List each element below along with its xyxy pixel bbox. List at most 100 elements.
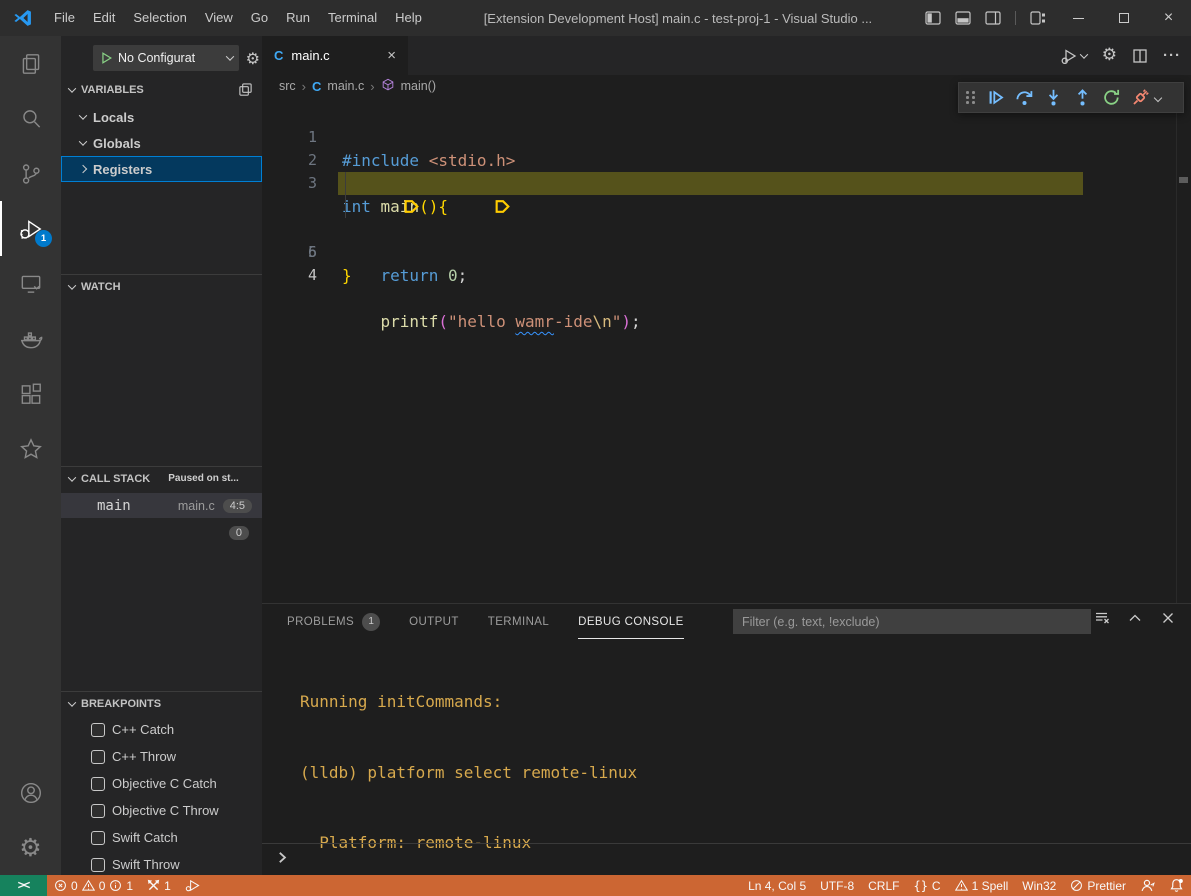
files-icon (18, 51, 44, 77)
menu-run[interactable]: Run (277, 0, 319, 36)
breakpoint-row[interactable]: C++ Catch (61, 716, 262, 743)
maximize-panel-icon[interactable] (1127, 610, 1143, 626)
accounts-button[interactable] (0, 765, 61, 820)
menu-help[interactable]: Help (386, 0, 431, 36)
activity-wamr-ide[interactable] (0, 421, 61, 476)
activity-docker[interactable] (0, 311, 61, 366)
symbol-cube-icon (381, 78, 395, 95)
vscode-logo (13, 8, 33, 28)
code-line[interactable]: 5 return 0; (262, 195, 1191, 218)
remote-indicator[interactable]: >< (0, 875, 47, 896)
close-panel-icon[interactable] (1160, 610, 1176, 626)
chevron-down-icon (79, 137, 87, 145)
split-editor-icon[interactable] (1132, 48, 1148, 64)
breadcrumb-file[interactable]: main.c (327, 79, 364, 93)
tab-problems[interactable]: PROBLEMS 1 (287, 604, 380, 639)
debug-config-label: No Configurat (118, 51, 222, 65)
checkbox[interactable] (91, 831, 105, 845)
menu-go[interactable]: Go (242, 0, 277, 36)
activity-extensions[interactable] (0, 366, 61, 421)
checkbox[interactable] (91, 858, 105, 872)
breakpoint-label: Objective C Throw (112, 803, 219, 818)
debug-current-line-arrow-icon[interactable] (268, 175, 285, 192)
code-line[interactable]: 3 int main(){ (262, 149, 1191, 172)
code-editor[interactable]: 1 #include <stdio.h> 2 3 int main(){ (262, 97, 1191, 603)
activity-run-and-debug[interactable]: 1 (0, 201, 61, 256)
breakpoint-row[interactable]: Objective C Catch (61, 770, 262, 797)
tab-label: main.c (291, 48, 329, 63)
breakpoint-row[interactable]: Swift Throw (61, 851, 262, 878)
close-tab-icon[interactable]: × (387, 47, 396, 64)
call-stack-thread[interactable]: 0 (61, 520, 262, 545)
minimize-button[interactable] (1056, 0, 1101, 36)
maximize-button[interactable] (1101, 0, 1146, 36)
tab-label: OUTPUT (409, 616, 459, 628)
breakpoint-label: Swift Catch (112, 830, 178, 845)
clear-console-icon[interactable] (1094, 610, 1110, 626)
chevron-down-icon (68, 84, 76, 92)
step-over-button[interactable] (1013, 87, 1035, 109)
breakpoint-row[interactable]: C++ Throw (61, 743, 262, 770)
checkbox[interactable] (91, 750, 105, 764)
activity-source-control[interactable] (0, 146, 61, 201)
menu-terminal[interactable]: Terminal (319, 0, 386, 36)
filter-input[interactable] (733, 609, 1091, 634)
menu-edit[interactable]: Edit (84, 0, 124, 36)
activity-remote-explorer[interactable] (0, 256, 61, 311)
breakpoint-row[interactable]: Swift Catch (61, 824, 262, 851)
activity-explorer[interactable] (0, 36, 61, 91)
call-stack-section-header[interactable]: CALL STACK Paused on st... (61, 466, 262, 490)
debug-status[interactable] (178, 875, 207, 896)
tab-main-c[interactable]: C main.c × (262, 36, 408, 75)
restart-icon (1102, 88, 1121, 107)
copy-value-icon[interactable] (238, 82, 253, 100)
checkbox[interactable] (91, 777, 105, 791)
more-actions-icon[interactable]: ··· (1163, 47, 1181, 64)
problems-status[interactable]: 0 0 1 (47, 875, 140, 896)
toggle-sidebar-icon[interactable] (925, 11, 941, 25)
checkbox[interactable] (91, 723, 105, 737)
step-out-button[interactable] (1071, 87, 1093, 109)
toggle-panel-icon[interactable] (955, 11, 971, 25)
variables-section-header[interactable]: VARIABLES (61, 78, 262, 102)
debug-config-dropdown[interactable]: No Configurat (93, 45, 239, 71)
close-button[interactable]: × (1146, 0, 1191, 36)
menu-view[interactable]: View (196, 0, 242, 36)
variables-scope-locals[interactable]: Locals (61, 104, 262, 130)
variables-scope-registers[interactable]: Registers (61, 156, 262, 182)
breadcrumb-folder[interactable]: src (279, 79, 296, 93)
call-stack-frame[interactable]: main main.c 4:5 (61, 493, 262, 518)
chevron-down-icon[interactable] (1154, 93, 1162, 101)
menu-selection[interactable]: Selection (124, 0, 195, 36)
toggle-secondary-sidebar-icon[interactable] (985, 11, 1001, 25)
menu-file[interactable]: File (45, 0, 84, 36)
breadcrumb-symbol[interactable]: main() (401, 79, 436, 93)
prompt-chevron-icon (277, 851, 290, 864)
debug-settings-gear-icon[interactable]: ⚙ (246, 49, 260, 69)
breakpoint-row[interactable]: Objective C Throw (61, 797, 262, 824)
debug-repl-input[interactable] (262, 843, 1191, 870)
activity-search[interactable] (0, 91, 61, 146)
code-line[interactable]: 2 (262, 126, 1191, 149)
code-line[interactable]: 6 } (262, 218, 1191, 241)
tab-debug-console[interactable]: DEBUG CONSOLE (578, 604, 684, 639)
watch-title: WATCH (81, 281, 121, 293)
step-into-button[interactable] (1042, 87, 1064, 109)
restart-button[interactable] (1100, 87, 1122, 109)
watch-section-header[interactable]: WATCH (61, 274, 262, 298)
continue-button[interactable] (984, 87, 1006, 109)
run-or-debug-button[interactable] (1060, 47, 1087, 65)
breakpoints-section-header[interactable]: BREAKPOINTS (61, 691, 262, 715)
tab-terminal[interactable]: TERMINAL (488, 604, 549, 639)
settings-button[interactable]: ⚙ (0, 820, 61, 875)
checkbox[interactable] (91, 804, 105, 818)
disconnect-button[interactable] (1129, 87, 1151, 109)
settings-gear-icon[interactable]: ⚙ (1102, 47, 1117, 64)
drag-handle-icon[interactable] (966, 91, 975, 104)
tab-output[interactable]: OUTPUT (409, 604, 459, 639)
frame-position-badge: 4:5 (223, 499, 252, 513)
customize-layout-icon[interactable] (1030, 11, 1046, 25)
variables-scope-globals[interactable]: Globals (61, 130, 262, 156)
code-line-current[interactable]: 4 printf("hello wamr-ide\n"); (262, 172, 1191, 195)
tools-status[interactable]: 1 (140, 875, 178, 896)
